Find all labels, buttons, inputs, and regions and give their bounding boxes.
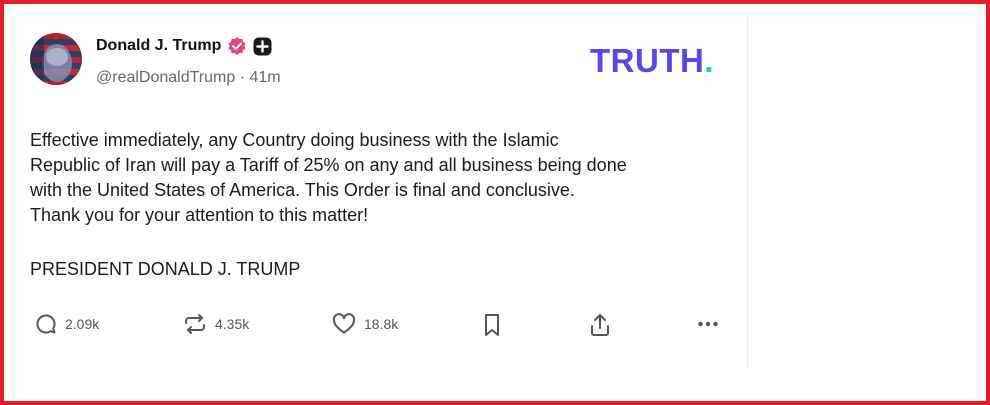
post-time[interactable]: 41m bbox=[249, 69, 280, 86]
like-count: 18.8k bbox=[364, 316, 399, 332]
author-name[interactable]: Donald J. Trump bbox=[96, 37, 221, 55]
column-divider bbox=[747, 16, 748, 368]
handle-line: @realDonaldTrump · 41m bbox=[96, 69, 281, 87]
author-handle[interactable]: @realDonaldTrump bbox=[96, 69, 235, 86]
avatar[interactable] bbox=[30, 33, 82, 85]
like-button[interactable]: 18.8k bbox=[331, 312, 398, 336]
bookmark-icon bbox=[481, 312, 503, 338]
more-options-button[interactable] bbox=[696, 312, 720, 336]
reply-count: 2.09k bbox=[65, 316, 100, 332]
brand-wordmark-dot: . bbox=[704, 42, 714, 79]
post-body-line: Republic of Iran will pay a Tariff of 25… bbox=[30, 155, 627, 175]
plus-badge-icon bbox=[253, 37, 272, 56]
truth-social-logo[interactable]: TRUTH. bbox=[590, 44, 714, 77]
bookmark-button[interactable] bbox=[481, 312, 503, 338]
post-body: Effective immediately, any Country doing… bbox=[30, 128, 740, 228]
verified-badge-icon bbox=[227, 36, 247, 56]
author-row: Donald J. Trump bbox=[96, 36, 272, 56]
time-separator: · bbox=[235, 69, 250, 86]
post-body-line: Thank you for your attention to this mat… bbox=[30, 205, 369, 225]
share-button[interactable] bbox=[588, 312, 612, 338]
repost-arrows-icon bbox=[182, 312, 208, 336]
heart-icon bbox=[331, 312, 357, 336]
retruth-button[interactable]: 4.35k bbox=[182, 312, 249, 336]
reply-button[interactable]: 2.09k bbox=[34, 312, 99, 336]
post-body-line: Effective immediately, any Country doing… bbox=[30, 130, 559, 150]
retruth-count: 4.35k bbox=[215, 316, 250, 332]
more-dots-icon bbox=[696, 312, 720, 336]
brand-wordmark: TRUTH bbox=[590, 42, 705, 79]
post-signature: PRESIDENT DONALD J. TRUMP bbox=[30, 259, 301, 279]
post-body-line: with the United States of America. This … bbox=[30, 180, 575, 200]
comment-bubble-icon bbox=[34, 312, 58, 336]
share-upload-icon bbox=[588, 312, 612, 338]
